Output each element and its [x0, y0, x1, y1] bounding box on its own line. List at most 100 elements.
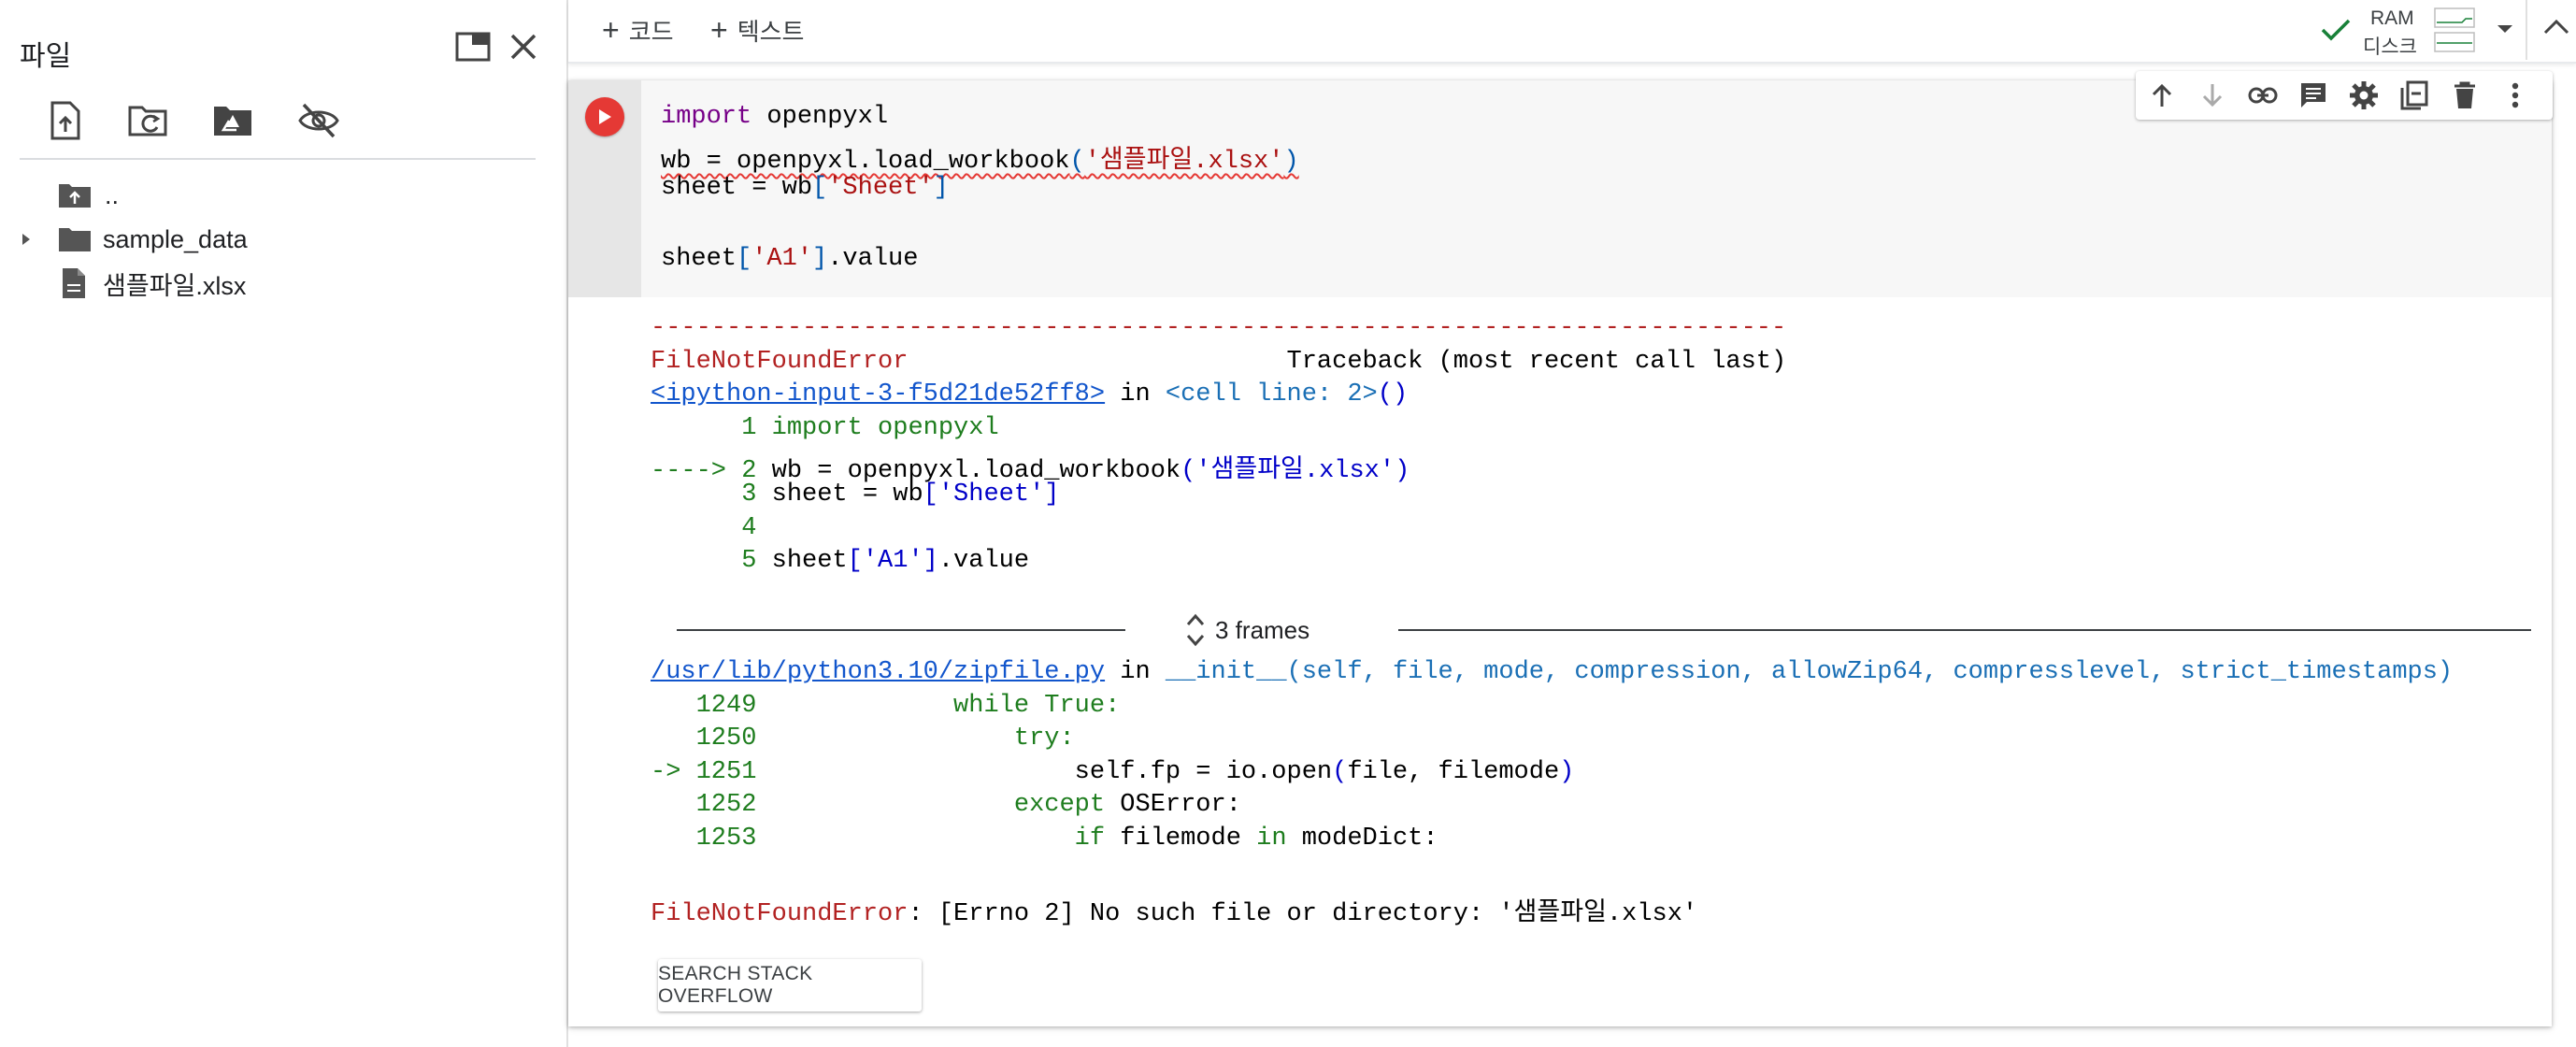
code-token: [ [923, 480, 938, 509]
code-token: if [771, 825, 1106, 853]
code-token: openpyxl [751, 103, 889, 131]
code-token: 'A1' [751, 245, 813, 273]
disk-usage-graph [2434, 32, 2475, 57]
code-token: try: [771, 724, 1075, 753]
code-line-2: wb = openpyxl.load_workbook('샘플파일.xlsx') [661, 138, 1299, 176]
refresh-folder-icon[interactable] [125, 97, 172, 144]
code-token: .value [827, 245, 919, 273]
line-number: 4 [651, 514, 757, 542]
error-detail: : [Errno 2] No such file or directory: '… [908, 900, 1698, 928]
runtime-status[interactable]: RAM 디스크 [2312, 6, 2576, 58]
hide-files-icon[interactable] [295, 97, 342, 144]
zipfile-line-1252: 1252 except OSError: [651, 791, 1241, 819]
zipfile-line-1249: 1249 while True: [651, 692, 1121, 720]
frames-label: 3 frames [1215, 615, 1310, 644]
code-token: 'Sheet' [937, 480, 1045, 509]
search-stack-overflow-button[interactable]: SEARCH STACK OVERFLOW [658, 959, 922, 1011]
collapsed-frames: 3 frames [669, 610, 2531, 651]
line-number: 5 [651, 547, 772, 575]
code-token: 'Sheet' [827, 174, 934, 202]
code-token: file, filemode [1347, 758, 1560, 786]
add-code-button[interactable]: + 코드 [602, 9, 674, 50]
code-token: ) [1395, 457, 1410, 485]
disk-label: 디스크 [2363, 36, 2417, 58]
frames-toggle[interactable]: 3 frames [1174, 610, 1322, 651]
traceback-line-3: 3 sheet = wb['Sheet'] [651, 480, 1059, 509]
top-toolbar: + 코드 + 텍스트 RAM 디스크 [568, 0, 2576, 64]
code-token: ] [1044, 480, 1060, 509]
folder-up-icon [58, 181, 92, 209]
dropdown-arrow-icon[interactable] [2496, 22, 2514, 40]
tree-item-xlsx-file[interactable]: 샘플파일.xlsx [0, 263, 561, 304]
close-icon[interactable] [503, 26, 544, 67]
topbar-divider [2526, 0, 2527, 60]
comment-icon[interactable] [2297, 79, 2330, 112]
line-number: 1249 [651, 692, 772, 720]
code-token: ) [1559, 758, 1575, 786]
arrow-up-icon[interactable] [2145, 79, 2179, 112]
line-number: 1253 [651, 825, 772, 853]
code-token: ( [1181, 457, 1196, 485]
traceback-title: Traceback (most recent call last) [908, 348, 1787, 376]
code-token: [ [847, 547, 863, 575]
add-text-label: 텍스트 [737, 17, 805, 46]
cell-gutter [568, 80, 641, 297]
tree-label-xlsx-file: 샘플파일.xlsx [103, 271, 247, 300]
code-token: ( [1332, 758, 1348, 786]
traceback-line-1: 1 import openpyxl [651, 414, 998, 442]
chevron-up-icon[interactable] [2542, 17, 2570, 42]
code-token: ( [1069, 148, 1085, 176]
new-window-icon[interactable] [452, 26, 494, 67]
code-token: 'A1' [862, 547, 923, 575]
frames-divider-left [677, 629, 1125, 631]
tree-item-sample-data[interactable]: sample_data [0, 219, 561, 260]
line-number: 3 [651, 480, 772, 509]
folder-icon [58, 225, 92, 253]
tree-label-parent: .. [105, 180, 120, 209]
code-line-3: sheet = wb['Sheet'] [661, 174, 949, 202]
mirror-cell-icon[interactable] [2397, 79, 2431, 112]
zipfile-location: /usr/lib/python3.10/zipfile.py in __init… [651, 658, 2453, 686]
code-token: filemode [1105, 825, 1257, 853]
expand-arrow-icon[interactable] [20, 231, 38, 248]
ipython-input-link[interactable]: <ipython-input-3-f5d21de52ff8> [651, 380, 1105, 409]
cell-toolbar [2136, 71, 2553, 120]
traceback-location: <ipython-input-3-f5d21de52ff8> in <cell … [651, 380, 1408, 409]
code-token: except [771, 791, 1106, 819]
zipfile-line-1251: -> 1251 self.fp = io.open(file, filemode… [651, 758, 1574, 786]
panel-divider [20, 158, 536, 160]
run-cell-button[interactable] [585, 97, 624, 136]
code-token: OSError: [1105, 791, 1241, 819]
trash-icon[interactable] [2448, 79, 2482, 112]
function-signature: __init__(self, file, mode, compression, … [1165, 658, 2454, 686]
code-token: in [1256, 825, 1287, 853]
cell-paren: () [1377, 380, 1409, 409]
arrow-down-icon[interactable] [2196, 79, 2229, 112]
tree-item-parent[interactable]: .. [0, 175, 561, 216]
code-token: modeDict: [1286, 825, 1438, 853]
code-token: '샘플파일.xlsx' [1195, 457, 1395, 485]
file-panel: 파일 .. sample_data 샘플파일.xlsx [0, 0, 568, 1047]
code-token: while True: [771, 692, 1121, 720]
code-token: sheet = wb [661, 174, 813, 202]
gear-icon[interactable] [2347, 79, 2381, 112]
error-name: FileNotFoundError [651, 348, 909, 376]
code-token: sheet [661, 245, 737, 273]
code-token: '샘플파일.xlsx' [1084, 148, 1284, 176]
line-number: 1250 [651, 724, 772, 753]
ram-usage-graph [2434, 7, 2475, 33]
code-token: ] [812, 245, 828, 273]
add-code-label: 코드 [628, 17, 674, 46]
code-token: ) [1283, 148, 1299, 176]
zipfile-link[interactable]: /usr/lib/python3.10/zipfile.py [651, 658, 1105, 686]
line-arrow: -> 1251 [651, 758, 772, 786]
link-icon[interactable] [2246, 79, 2280, 112]
mount-drive-icon[interactable] [209, 97, 256, 144]
upload-file-icon[interactable] [42, 97, 89, 144]
code-token: sheet = wb [771, 480, 923, 509]
code-token: [ [737, 245, 752, 273]
add-text-button[interactable]: + 텍스트 [710, 9, 804, 50]
more-vert-icon[interactable] [2498, 79, 2532, 112]
ram-label: RAM [2370, 7, 2414, 29]
traceback-line-4: 4 [651, 514, 756, 542]
